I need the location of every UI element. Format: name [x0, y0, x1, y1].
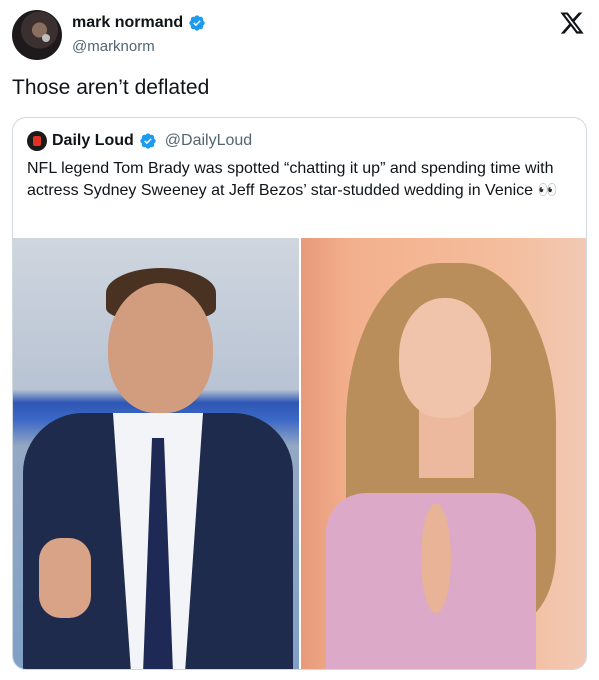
tweet-header: mark normand @marknorm	[0, 0, 599, 70]
quoted-tweet-text: NFL legend Tom Brady was spotted “chatti…	[27, 160, 558, 199]
verified-badge-icon	[140, 133, 156, 149]
author-handle[interactable]: @marknorm	[72, 38, 155, 55]
man-in-suit-thumbs-up-photo[interactable]	[13, 238, 299, 669]
author-name-row: mark normand	[72, 14, 206, 32]
tweet-text: Those aren’t deflated	[12, 76, 210, 99]
verified-badge-icon	[189, 15, 205, 31]
quoted-author-display-name: Daily Loud	[52, 132, 134, 149]
author-display-name[interactable]: mark normand	[72, 14, 183, 32]
x-logo-icon[interactable]	[559, 10, 585, 36]
author-avatar[interactable]	[12, 10, 62, 60]
quoted-author-avatar	[27, 131, 47, 151]
quoted-media-grid	[13, 238, 586, 669]
quoted-tweet-header: Daily Loud @DailyLoud	[27, 131, 252, 151]
quoted-author-handle: @DailyLoud	[164, 132, 253, 149]
quoted-tweet[interactable]: Daily Loud @DailyLoud NFL legend Tom Bra…	[12, 117, 587, 670]
woman-in-pink-dress-photo[interactable]	[301, 238, 586, 669]
